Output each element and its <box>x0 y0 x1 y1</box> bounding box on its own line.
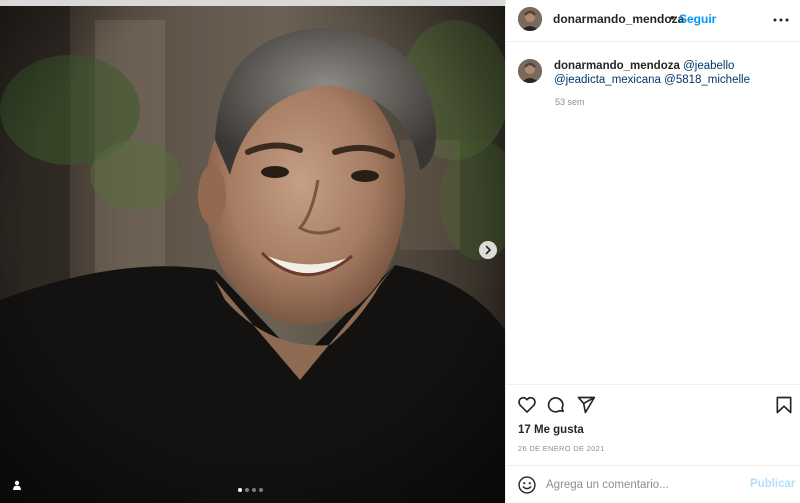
avatar-image <box>518 59 542 83</box>
post-author-username[interactable]: donarmando_mendoza <box>553 12 684 26</box>
mention-link[interactable]: @jeadicta_mexicana <box>554 74 661 86</box>
heart-icon <box>518 396 536 413</box>
likes-count[interactable]: 17 Me gusta <box>518 424 584 436</box>
caption-timestamp[interactable]: 53 sem <box>555 97 585 107</box>
emoji-button[interactable] <box>517 475 537 495</box>
comment-button[interactable] <box>546 395 566 415</box>
more-horizontal-icon[interactable] <box>772 12 790 28</box>
carousel-dot <box>238 488 242 492</box>
carousel-dot <box>245 488 249 492</box>
emoji-icon <box>518 476 536 494</box>
post-caption: donarmando_mendoza @jeabello @jeadicta_m… <box>506 42 800 382</box>
post-photo <box>0 0 505 503</box>
post-media[interactable] <box>0 0 505 503</box>
carousel-dot <box>252 488 256 492</box>
action-bar <box>506 384 800 422</box>
mention-link[interactable]: @5818_michelle <box>664 74 750 86</box>
avatar-image <box>518 7 542 31</box>
media-top-strip <box>0 0 505 6</box>
caption-text: donarmando_mendoza @jeabello @jeadicta_m… <box>554 59 784 87</box>
caption-username[interactable]: donarmando_mendoza <box>554 60 680 72</box>
post-date[interactable]: 26 DE ENERO DE 2021 <box>518 444 605 453</box>
avatar[interactable] <box>518 59 542 83</box>
bookmark-icon <box>776 396 792 414</box>
save-button[interactable] <box>774 395 794 415</box>
comment-icon <box>547 397 564 413</box>
carousel-next-button[interactable] <box>479 241 497 259</box>
like-button[interactable] <box>517 395 537 415</box>
post-header: donarmando_mendoza • Seguir <box>506 0 800 42</box>
chevron-right-icon <box>485 245 491 255</box>
publish-button[interactable]: Publicar <box>750 478 795 490</box>
header-separator: • <box>670 10 675 25</box>
share-icon <box>577 396 596 414</box>
carousel-dot <box>259 488 263 492</box>
carousel-indicator <box>238 488 263 492</box>
post-side-panel: donarmando_mendoza • Seguir donarmando_m… <box>505 0 800 503</box>
mention-link[interactable]: @jeabello <box>683 60 734 72</box>
comment-input[interactable] <box>546 475 746 495</box>
comment-bar: Publicar <box>506 465 800 503</box>
follow-button[interactable]: Seguir <box>679 12 716 26</box>
share-button[interactable] <box>576 395 596 415</box>
avatar[interactable] <box>518 7 542 31</box>
tagged-users-button[interactable] <box>10 478 24 492</box>
user-icon <box>13 480 21 490</box>
